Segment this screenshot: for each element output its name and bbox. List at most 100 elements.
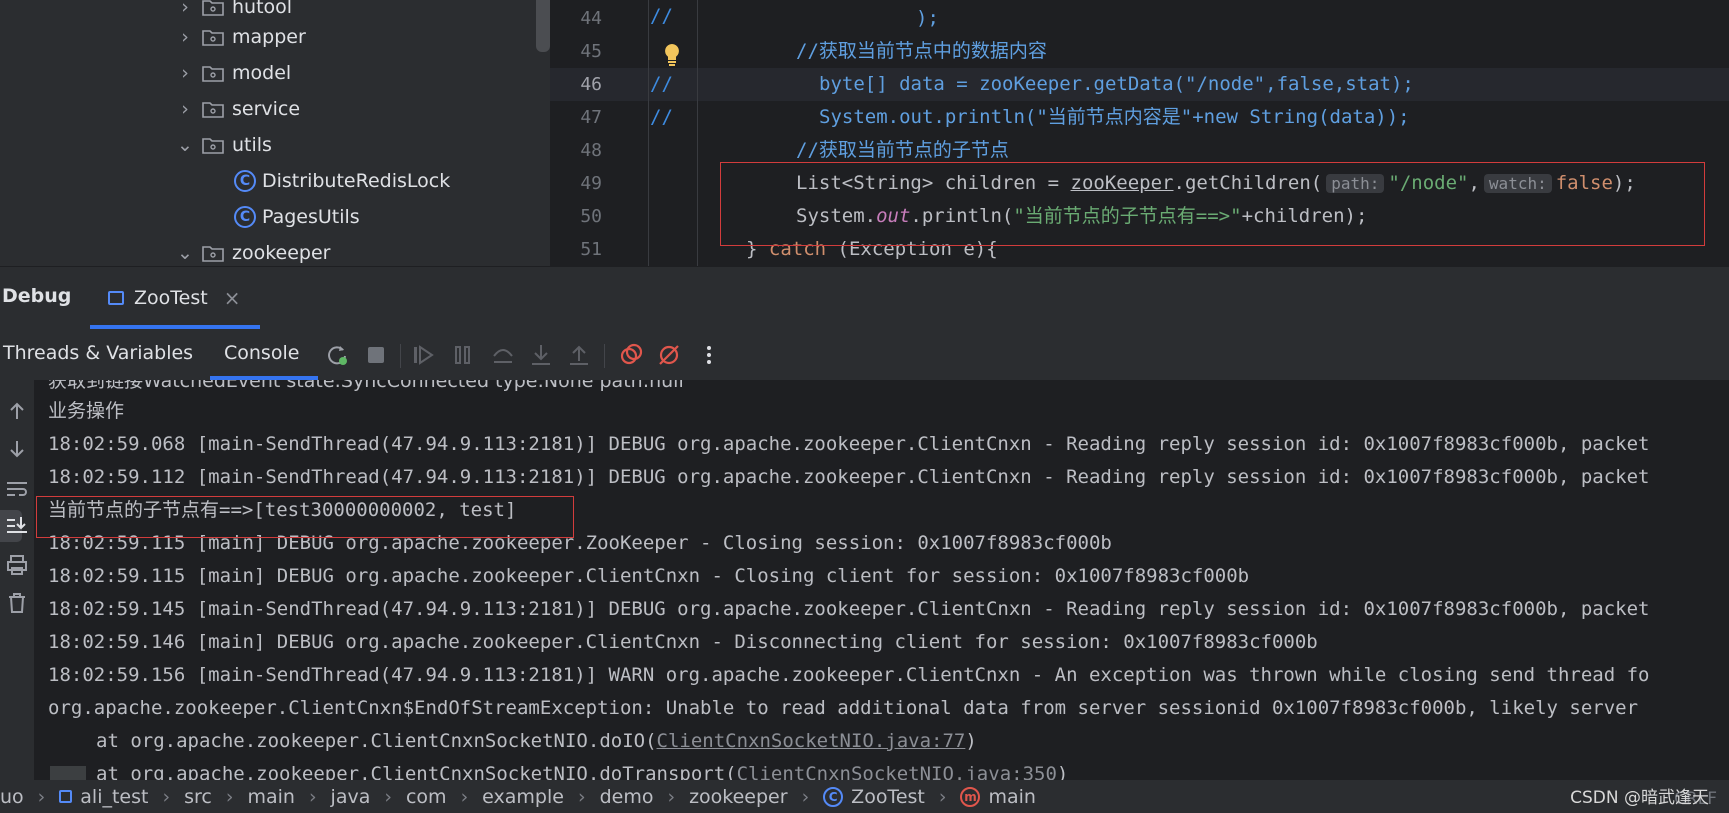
source-link[interactable]: ClientCnxnSocketNIO.java:350: [737, 763, 1057, 780]
console-line: 18:02:59.156 [main-SendThread(47.94.9.11…: [48, 664, 1650, 686]
console-line: 18:02:59.146 [main] DEBUG org.apache.zoo…: [48, 631, 1318, 653]
toolbar-separator: [604, 344, 605, 368]
breadcrumb-java[interactable]: java: [331, 786, 371, 808]
line-number: 50: [580, 206, 602, 227]
console-output[interactable]: 获取到链接WatchedEvent state:SyncConnected ty…: [0, 380, 1729, 780]
tree-item-utils[interactable]: ⌄ utils: [176, 128, 272, 162]
print-icon[interactable]: [4, 552, 30, 578]
session-tab-zootest[interactable]: ZooTest ×: [108, 283, 240, 313]
rerun-icon[interactable]: [324, 342, 350, 368]
console-line: 18:02:59.068 [main-SendThread(47.94.9.11…: [48, 433, 1650, 455]
chevron-right-icon[interactable]: ›: [176, 98, 194, 120]
chevron-right-icon: ›: [577, 785, 586, 808]
mute-breakpoints-icon[interactable]: [656, 342, 682, 368]
code-line-45: //获取当前节点中的数据内容: [796, 40, 1047, 62]
breadcrumb-project[interactable]: uo: [0, 786, 24, 808]
line-number: 44: [580, 8, 602, 29]
step-out-icon[interactable]: [566, 342, 592, 368]
view-breakpoints-icon[interactable]: [618, 342, 644, 368]
breadcrumb-example[interactable]: example: [482, 786, 564, 808]
indent-guide: [697, 0, 698, 266]
more-options-icon[interactable]: [696, 342, 722, 368]
chevron-right-icon: ›: [37, 785, 46, 808]
step-into-icon[interactable]: [528, 342, 554, 368]
class-icon: C: [234, 170, 256, 192]
folder-icon: [202, 30, 224, 46]
debug-toolbar: Threads & Variables Console: [0, 330, 1729, 380]
tree-item-model[interactable]: › model: [176, 56, 291, 90]
scroll-to-end-icon[interactable]: [4, 513, 30, 539]
comment-marker: //: [650, 106, 673, 128]
close-icon[interactable]: ×: [224, 286, 241, 310]
tree-item-label: hutool: [232, 0, 293, 18]
project-tree: › hutool › mapper › model › service ⌄ ut…: [0, 0, 550, 266]
breadcrumb-method[interactable]: m main: [960, 786, 1036, 808]
tab-threads-variables[interactable]: Threads & Variables: [3, 342, 193, 364]
stack-trace-line: at org.apache.zookeeper.ClientCnxnSocket…: [96, 758, 1068, 780]
folder-icon: [202, 66, 224, 82]
breadcrumb-module[interactable]: ali_test: [59, 786, 148, 808]
line-number: 47: [580, 107, 602, 128]
active-tab-indicator: [90, 325, 260, 329]
chevron-right-icon: ›: [384, 785, 392, 808]
run-config-icon: [108, 291, 124, 305]
tree-item-mapper[interactable]: › mapper: [176, 20, 306, 54]
console-line: 18:02:59.115 [main] DEBUG org.apache.zoo…: [48, 565, 1250, 587]
breadcrumb-demo[interactable]: demo: [600, 786, 654, 808]
chevron-right-icon[interactable]: ›: [176, 26, 194, 48]
annotation-highlight-box: [720, 162, 1705, 246]
chevron-down-icon[interactable]: ⌄: [176, 134, 194, 156]
tool-window-title: Debug: [2, 285, 72, 307]
code-editor[interactable]: 44 45 46 47 48 49 50 51 // ); //获取当前节点中的…: [550, 0, 1729, 266]
chevron-right-icon: ›: [801, 785, 810, 808]
watermark: CSDN @暗武逢天: [1570, 788, 1709, 808]
lightbulb-icon[interactable]: [662, 42, 682, 66]
chevron-right-icon: ›: [308, 785, 317, 808]
chevron-down-icon[interactable]: ⌄: [176, 242, 194, 264]
comment-marker: //: [650, 73, 673, 95]
chevron-right-icon: ›: [460, 785, 469, 808]
stack-trace-line: at org.apache.zookeeper.ClientCnxnSocket…: [96, 730, 977, 752]
console-line: 18:02:59.145 [main-SendThread(47.94.9.11…: [48, 598, 1650, 620]
tab-console[interactable]: Console: [224, 342, 299, 364]
tree-item-zookeeper[interactable]: ⌄ zookeeper: [176, 236, 331, 266]
breadcrumb-src[interactable]: src: [184, 786, 212, 808]
breadcrumb-zookeeper[interactable]: zookeeper: [689, 786, 788, 808]
stop-icon[interactable]: [363, 342, 389, 368]
chevron-right-icon[interactable]: ›: [176, 62, 194, 84]
tree-item-pagesutils[interactable]: C PagesUtils: [234, 200, 360, 234]
console-line: 获取到链接WatchedEvent state:SyncConnected ty…: [48, 380, 684, 392]
step-over-icon[interactable]: [490, 342, 516, 368]
source-link[interactable]: ClientCnxnSocketNIO.java:77: [657, 730, 966, 752]
folder-icon: [202, 102, 224, 118]
folded-lines-marker[interactable]: [50, 766, 86, 780]
chevron-right-icon[interactable]: ›: [176, 0, 194, 18]
arrow-up-icon[interactable]: [4, 398, 30, 424]
arrow-down-icon[interactable]: [4, 436, 30, 462]
soft-wrap-icon[interactable]: [4, 476, 30, 502]
chevron-right-icon: ›: [162, 785, 171, 808]
class-icon: C: [234, 206, 256, 228]
tree-item-service[interactable]: › service: [176, 92, 300, 126]
trash-icon[interactable]: [4, 590, 30, 616]
breadcrumb-com[interactable]: com: [406, 786, 447, 808]
toolbar-separator: [400, 344, 401, 368]
code-line-46: byte[] data = zooKeeper.getData("/node",…: [819, 73, 1414, 95]
breadcrumb-class[interactable]: C ZooTest: [823, 786, 925, 808]
chevron-right-icon: ›: [667, 785, 676, 808]
resume-icon[interactable]: [410, 342, 436, 368]
tree-item-distributeredislock[interactable]: C DistributeRedisLock: [234, 164, 450, 198]
debug-tool-window-header: Debug ZooTest ×: [0, 266, 1729, 331]
module-icon: [59, 790, 73, 803]
pause-icon[interactable]: [450, 342, 476, 368]
line-number: 51: [580, 239, 602, 260]
console-line: 18:02:59.112 [main-SendThread(47.94.9.11…: [48, 466, 1650, 488]
tree-scrollbar[interactable]: [536, 0, 550, 52]
folder-icon: [202, 0, 224, 16]
tree-item-label: zookeeper: [232, 242, 331, 264]
annotation-highlight-box: [36, 496, 574, 538]
tree-item-label: PagesUtils: [262, 206, 360, 228]
breadcrumb-main[interactable]: main: [247, 786, 294, 808]
folder-icon: [202, 246, 224, 262]
gutter-divider: [648, 0, 649, 266]
